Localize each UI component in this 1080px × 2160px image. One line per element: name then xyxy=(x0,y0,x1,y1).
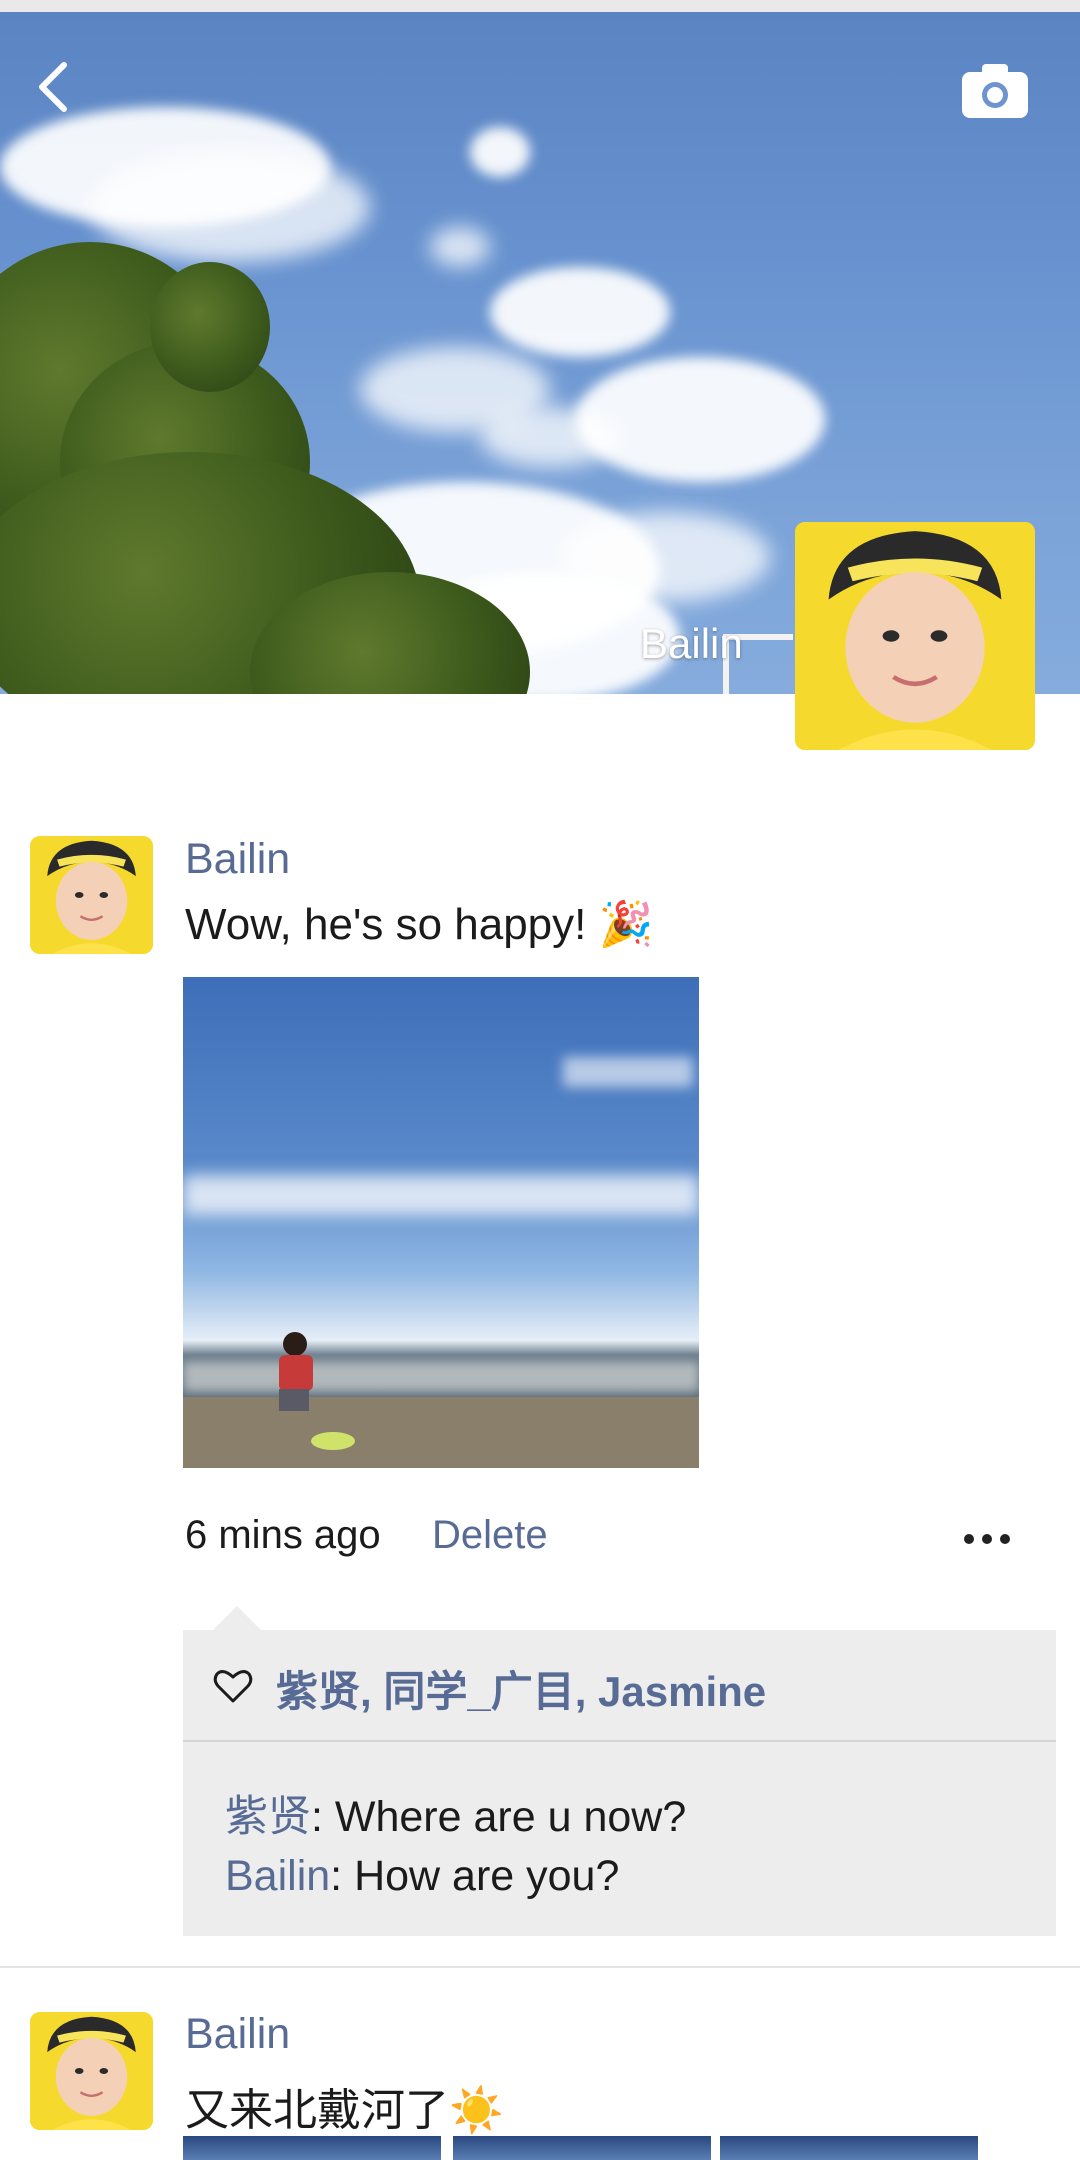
post-thumbnail[interactable] xyxy=(183,2136,441,2160)
back-button[interactable] xyxy=(30,57,80,117)
post-avatar[interactable] xyxy=(30,2012,153,2130)
more-dots-icon xyxy=(1000,1534,1010,1544)
avatar-image xyxy=(30,2012,153,2130)
post-timestamp: 6 mins ago xyxy=(185,1513,381,1557)
more-dots-icon xyxy=(982,1534,992,1544)
post-photo[interactable] xyxy=(183,977,699,1468)
back-arrow-icon xyxy=(39,62,67,112)
likes-row: 紫贤, 同学_广目, Jasmine xyxy=(183,1630,1056,1742)
post-thumbnail[interactable] xyxy=(720,2136,978,2160)
comment-author[interactable]: Bailin xyxy=(225,1852,330,1900)
status-strip xyxy=(0,0,1080,12)
comment-item[interactable]: 紫贤: Where are u now? xyxy=(225,1782,686,1844)
post-text: Wow, he's so happy! 🎉 xyxy=(185,900,654,949)
more-options-button[interactable] xyxy=(960,1520,1030,1560)
heart-icon xyxy=(213,1670,253,1703)
avatar-image xyxy=(795,522,1035,750)
photo-cloud xyxy=(563,1057,693,1087)
post-author-name[interactable]: Bailin xyxy=(185,2010,290,2059)
photo-wave xyxy=(183,1362,699,1392)
avatar-image xyxy=(30,836,153,954)
likes-names[interactable]: 紫贤, 同学_广目, Jasmine xyxy=(276,1658,766,1719)
camera-icon xyxy=(962,64,1028,118)
post-thumbnail[interactable] xyxy=(453,2136,711,2160)
photo-sand xyxy=(183,1397,699,1468)
photo-child-shorts xyxy=(279,1389,309,1411)
photo-child-head xyxy=(283,1332,307,1356)
comment-item[interactable]: Bailin: How are you? xyxy=(225,1852,619,1901)
comment-text: : Where are u now? xyxy=(311,1793,687,1841)
cover-owner-name: Bailin xyxy=(640,620,743,667)
cloud-shape xyxy=(575,357,825,482)
post-avatar[interactable] xyxy=(30,836,153,954)
cloud-shape xyxy=(90,152,370,262)
more-dots-icon xyxy=(964,1534,974,1544)
camera-button[interactable] xyxy=(960,60,1030,120)
comment-text: : How are you? xyxy=(330,1852,620,1900)
post-divider xyxy=(0,1966,1080,1968)
photo-net xyxy=(311,1432,355,1450)
cloud-shape xyxy=(490,267,670,357)
photo-cloud-band xyxy=(183,1175,699,1215)
cloud-shape xyxy=(430,227,490,267)
post-author-name[interactable]: Bailin xyxy=(185,835,290,884)
cloud-shape xyxy=(470,127,530,177)
post-text: 又来北戴河了☀️ xyxy=(185,2086,504,2135)
cloud-shape xyxy=(480,407,620,467)
profile-avatar[interactable] xyxy=(795,522,1035,750)
tree-foliage xyxy=(150,262,270,392)
comment-box-caret xyxy=(213,1606,261,1630)
delete-link[interactable]: Delete xyxy=(432,1513,548,1558)
comment-author[interactable]: 紫贤 xyxy=(225,1793,311,1841)
likes-comments-panel: 紫贤, 同学_广目, Jasmine 紫贤: Where are u now? … xyxy=(183,1630,1056,1936)
photo-child-shirt xyxy=(279,1355,313,1391)
